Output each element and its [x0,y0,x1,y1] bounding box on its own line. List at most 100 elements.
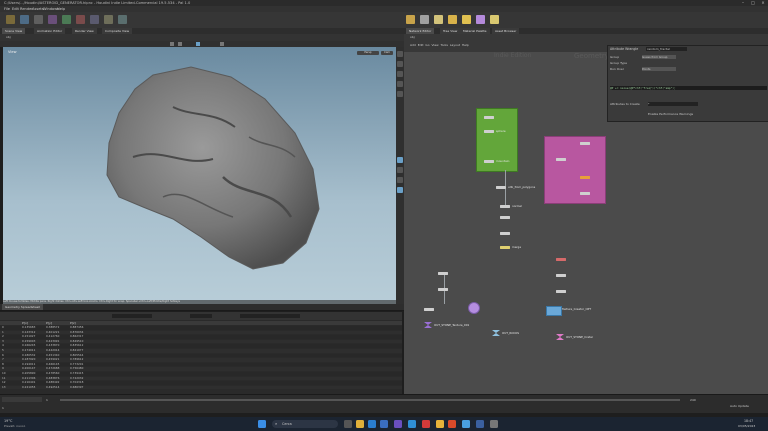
snap-icon[interactable] [178,42,182,46]
table-row[interactable]: 6 0.180532 0.451340 0.805544 [0,353,402,358]
view-tool-icon[interactable] [170,42,174,46]
frame-start[interactable]: 1 [2,406,4,410]
app4-icon[interactable] [476,420,484,428]
param-run-over[interactable]: Points [642,67,676,71]
select-icon[interactable] [397,51,403,57]
table-row[interactable]: 8 0.194011 0.466145 0.773201 [0,362,402,367]
node-right-c[interactable] [556,290,566,293]
mail-icon[interactable] [408,420,416,428]
object-merge-node[interactable] [468,302,480,314]
table-row[interactable]: 7 0.187920 0.459021 0.789612 [0,358,402,362]
store-icon[interactable] [380,420,388,428]
node-branch-b[interactable] [438,288,448,291]
houdini-icon[interactable] [448,420,456,428]
node-voronoi-fracture[interactable] [580,176,590,179]
node-branch-a[interactable] [438,272,448,275]
table-row[interactable]: 11 0.211306 0.483876 0.722032 [0,376,402,381]
table-row[interactable]: 10 0.205890 0.478560 0.739415 [0,371,402,376]
app2-icon[interactable] [422,420,430,428]
start-icon[interactable] [258,420,266,428]
node-mountain[interactable] [484,160,494,163]
display-icon[interactable] [397,157,403,163]
env-light-icon[interactable] [476,15,485,24]
weather-text[interactable]: Prevalt. nuvol. [4,424,26,428]
out-rocks-icon[interactable] [492,330,500,336]
param-group-type[interactable]: Guess from Group [642,55,676,59]
frame-end[interactable]: 240 [690,398,696,402]
auto-update[interactable]: Auto Update [730,404,749,408]
normals-icon[interactable] [397,187,403,193]
table-row[interactable]: 5 0.174011 0.442914 0.821077 [0,348,402,353]
param-performance-warnings[interactable]: Enable Performance Warnings [648,112,693,116]
table-row[interactable]: 0 0.135683 0.388572 0.887456 [0,325,402,330]
timeline-scrubber[interactable] [60,399,680,401]
explorer-icon[interactable] [356,420,364,428]
area-light-icon[interactable] [448,15,457,24]
spreadsheet-filter-field[interactable] [240,314,300,318]
path-obj[interactable]: obj [6,35,11,39]
spreadsheet-node-field[interactable] [112,314,152,318]
node-scatter[interactable] [556,158,566,161]
edge-icon[interactable] [368,420,376,428]
node-asteroid-base[interactable] [484,116,494,119]
playback-controls[interactable] [2,397,42,402]
app5-icon[interactable] [490,420,498,428]
table-row[interactable]: 3 0.159003 0.423991 0.849510 [0,339,402,344]
vex-code-field[interactable]: @P += noise(@P*chf("freq"))*chf("amp"); [610,86,767,90]
deform-icon[interactable] [62,15,71,24]
weather-temp[interactable]: 19°C [4,419,12,423]
clock-date[interactable]: 03/05/2023 [738,424,755,428]
param-attributes[interactable]: * [648,102,698,106]
sun-light-icon[interactable] [462,15,471,24]
table-row[interactable]: 1 0.143312 0.401221 0.876034 [0,330,402,335]
node-right-a[interactable] [556,258,566,261]
node-sphere[interactable] [484,130,494,133]
scale-icon[interactable] [397,81,403,87]
out-node-icon[interactable] [424,322,432,328]
camera-icon[interactable] [420,15,429,24]
display-options-icon[interactable] [220,42,224,46]
node-chain-2[interactable] [500,232,510,235]
node-right-b[interactable] [556,274,566,277]
light-icon[interactable] [406,15,415,24]
node-rock-subdivide[interactable] [580,192,590,195]
constraints-icon[interactable] [118,15,127,24]
texture-creator-node[interactable] [546,306,562,316]
rotate-icon[interactable] [397,71,403,77]
tab-geometry-spreadsheet[interactable]: Geometry Spreadsheet [2,304,43,310]
search-box[interactable]: ⌕ Cerca [272,420,338,428]
modify-icon[interactable] [20,15,29,24]
table-row[interactable]: 9 0.200147 0.472688 0.756480 [0,367,402,371]
param-node-name[interactable]: random_fractal [646,47,687,51]
node-branch-c[interactable] [424,308,434,311]
handle-icon[interactable] [397,91,403,97]
spreadsheet-view-field[interactable] [190,314,212,318]
node-merge[interactable] [500,246,510,249]
shading-icon[interactable] [196,42,200,46]
table-row[interactable]: 13 0.221055 0.492514 0.686397 [0,385,402,390]
characters-icon[interactable] [104,15,113,24]
clock-time[interactable]: 18:47 [744,419,753,423]
points-icon[interactable] [397,177,403,183]
table-row[interactable]: 12 0.216401 0.488492 0.704318 [0,381,402,385]
create-icon[interactable] [6,15,15,24]
node-normal[interactable] [500,205,510,208]
cam-menu[interactable]: Cam [381,51,393,55]
persp-menu[interactable]: Persp [357,51,379,55]
out-crater-icon[interactable] [556,334,564,340]
table-row[interactable]: 4 0.166245 0.433870 0.835612 [0,344,402,348]
table-row[interactable]: 2 0.151027 0.412760 0.862317 [0,335,402,339]
model-icon[interactable] [34,15,43,24]
move-icon[interactable] [397,61,403,67]
chrome-icon[interactable] [436,420,444,428]
node-attribvoronoi[interactable] [580,142,590,145]
wireframe-icon[interactable] [397,167,403,173]
spot-light-icon[interactable] [434,15,443,24]
scene-viewport[interactable]: View Persp Cam [3,47,396,304]
node-chain-1[interactable] [500,216,510,219]
rigging-icon[interactable] [90,15,99,24]
texture-icon[interactable] [76,15,85,24]
network-path[interactable]: obj [410,35,415,39]
polygon-icon[interactable] [48,15,57,24]
sky-light-icon[interactable] [490,15,499,24]
